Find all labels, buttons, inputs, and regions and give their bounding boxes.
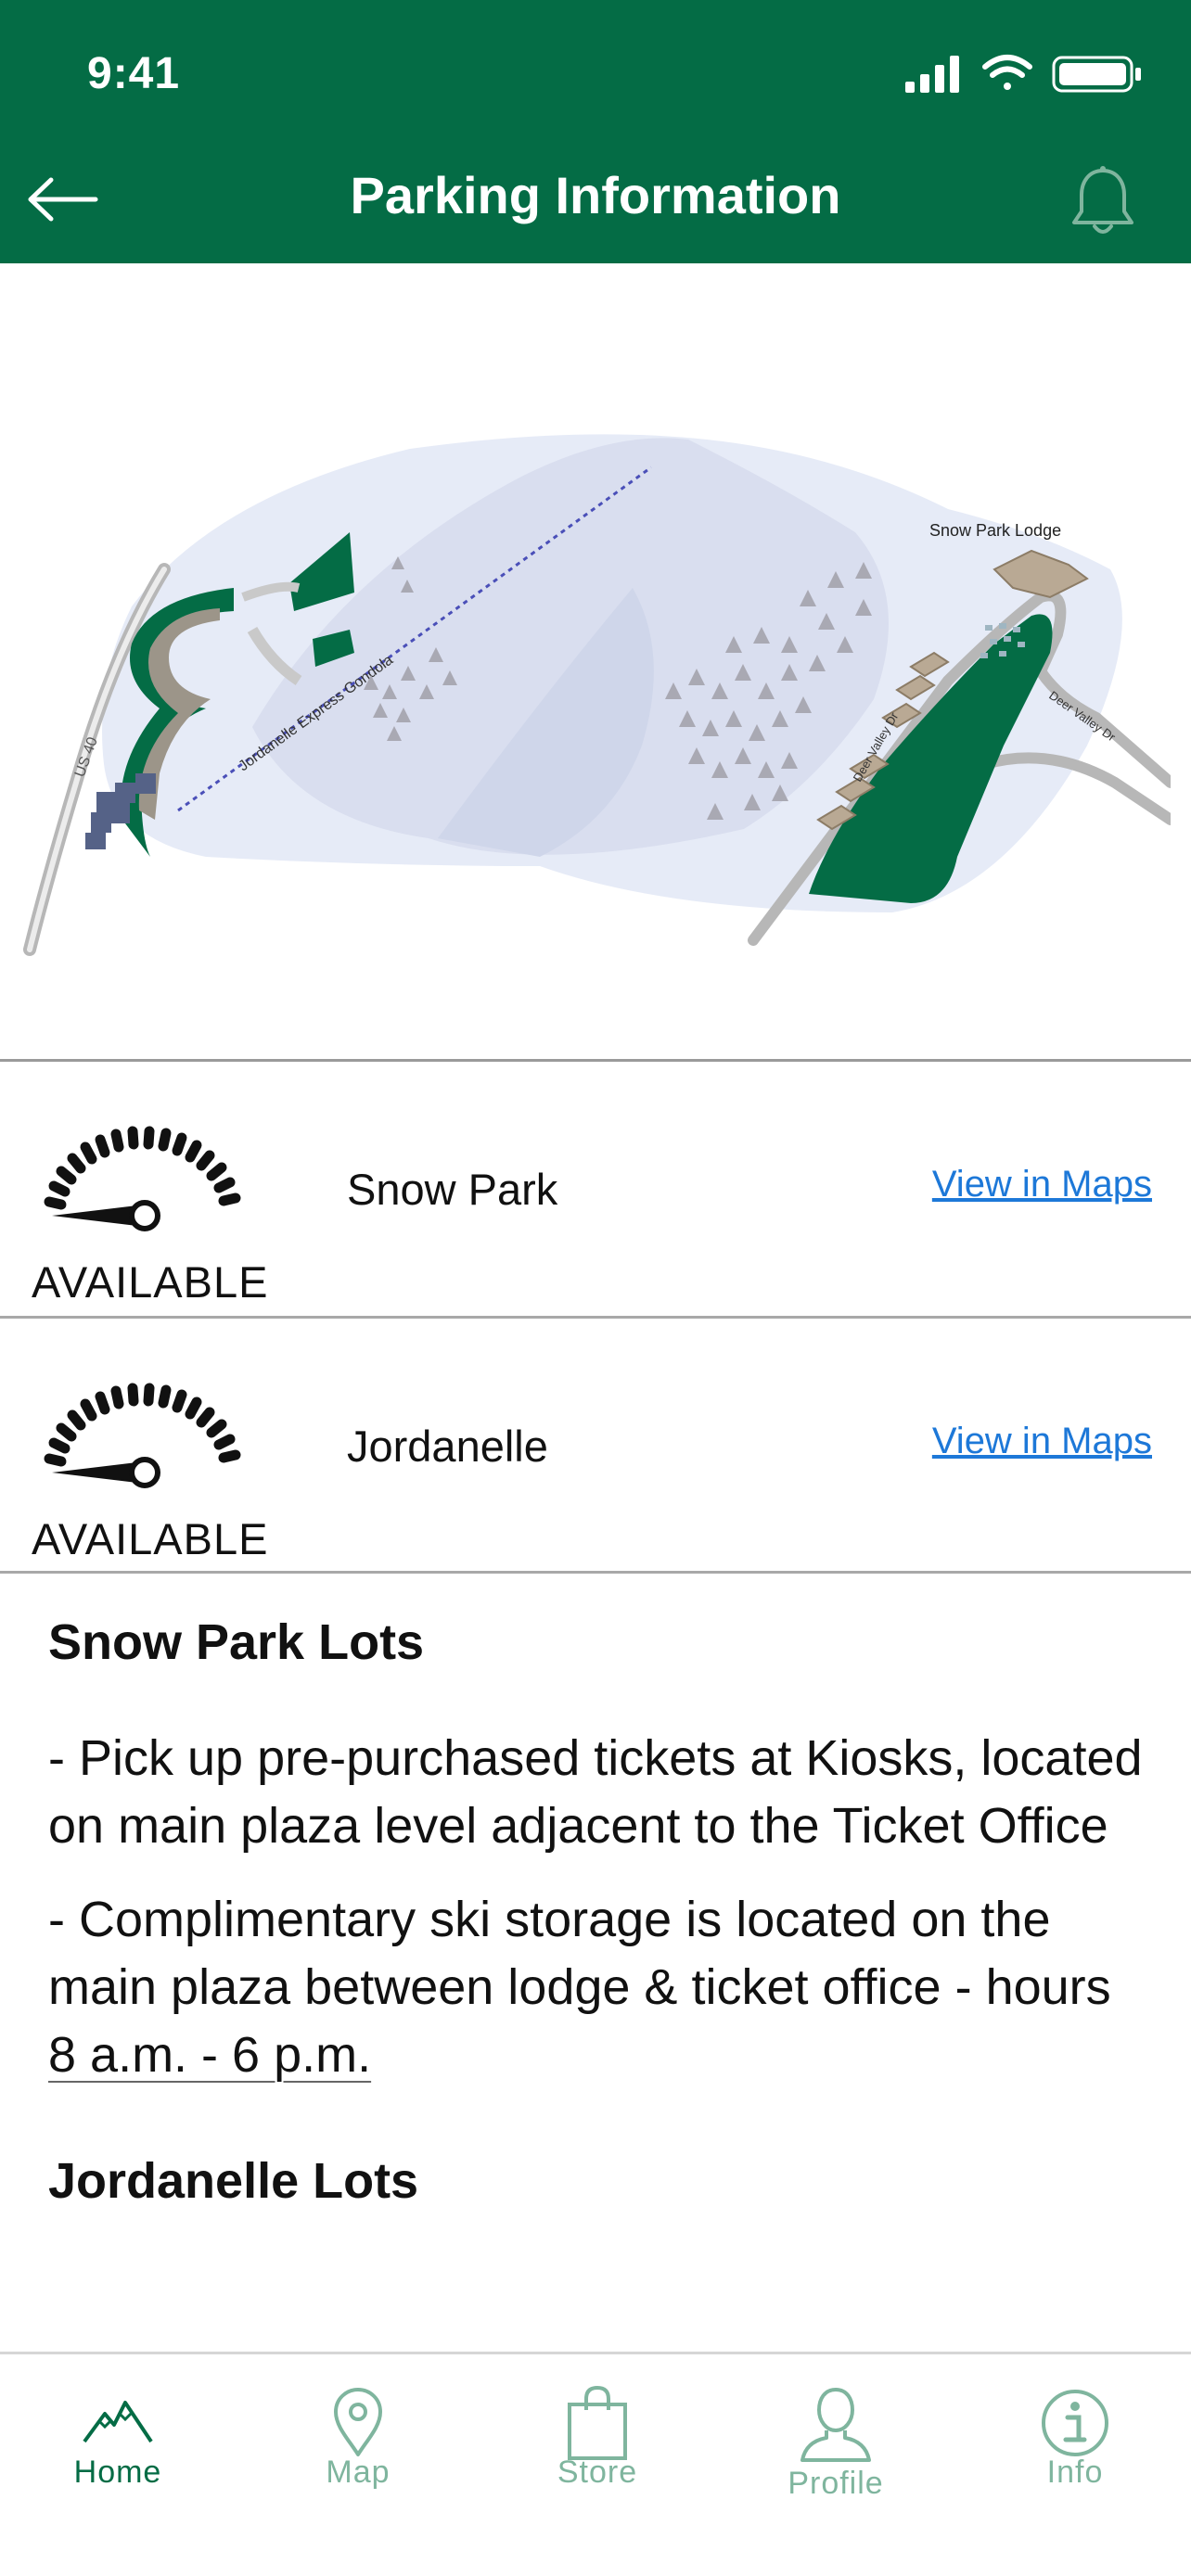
tab-label: Map xyxy=(326,2455,391,2490)
tab-map[interactable]: Map xyxy=(265,2354,451,2540)
section-heading-jordanelle: Jordanelle Lots xyxy=(48,2153,419,2209)
status-icons xyxy=(905,55,1141,93)
tab-store[interactable]: Store xyxy=(505,2354,690,2540)
status-time: 9:41 xyxy=(87,49,181,98)
tab-label: Profile xyxy=(788,2466,884,2501)
speedometer-icon xyxy=(44,1126,241,1231)
signal-icon xyxy=(905,56,959,93)
availability-status: AVAILABLE xyxy=(32,1257,269,1307)
map-pin-icon xyxy=(334,2388,382,2456)
availability-status: AVAILABLE xyxy=(32,1514,269,1563)
view-in-maps-link[interactable]: View in Maps xyxy=(932,1421,1152,1462)
parking-info: Snow Park Lots - Pick up pre-purchased t… xyxy=(48,1613,1152,2210)
speedometer-icon xyxy=(44,1383,241,1488)
nav-bar: Parking Information xyxy=(0,139,1191,263)
tab-label: Store xyxy=(557,2455,638,2490)
resort-map-illustration: US 40 Jordanelle Express Gondola Snow Pa… xyxy=(23,434,1176,956)
tab-bar: Home Map Store Profile Info xyxy=(0,2352,1191,2576)
shopping-bag-icon xyxy=(568,2385,627,2460)
tab-home[interactable]: Home xyxy=(25,2354,211,2540)
info-icon xyxy=(1042,2390,1108,2456)
tab-info[interactable]: Info xyxy=(982,2354,1168,2540)
parking-map[interactable]: US 40 Jordanelle Express Gondola Snow Pa… xyxy=(20,263,1176,1059)
view-in-maps-link[interactable]: View in Maps xyxy=(932,1164,1152,1205)
section-heading-snow-park: Snow Park Lots xyxy=(48,1614,425,1670)
battery-icon xyxy=(1052,56,1141,93)
highway-label: US 40 xyxy=(72,735,101,780)
ski-storage-text: - Complimentary ski storage is located o… xyxy=(48,1892,1111,2015)
tab-profile[interactable]: Profile xyxy=(743,2354,928,2540)
bell-icon xyxy=(1072,166,1133,234)
info-paragraph-kiosks: - Pick up pre-purchased tickets at Kiosk… xyxy=(48,1730,1143,1854)
lot-name: Jordanelle xyxy=(347,1422,548,1471)
lot-name: Snow Park xyxy=(347,1165,558,1214)
person-icon xyxy=(800,2387,871,2462)
hours-text[interactable]: 8 a.m. - 6 p.m. xyxy=(48,2027,371,2083)
tab-label: Home xyxy=(73,2455,162,2490)
info-paragraph-ski-storage: - Complimentary ski storage is located o… xyxy=(48,1886,1152,2089)
lot-row-snow-park: AVAILABLE Snow Park View in Maps xyxy=(0,1062,1191,1316)
row-divider xyxy=(0,1571,1191,1574)
notifications-button[interactable] xyxy=(1052,156,1154,249)
tab-label: Info xyxy=(1046,2455,1104,2490)
page-title: Parking Information xyxy=(350,166,841,224)
status-bar: 9:41 xyxy=(0,0,1191,139)
lot-row-jordanelle: AVAILABLE Jordanelle View in Maps xyxy=(0,1319,1191,1573)
mountain-icon xyxy=(83,2401,153,2443)
lodge-label: Snow Park Lodge xyxy=(929,521,1061,540)
wifi-icon xyxy=(982,55,1032,90)
